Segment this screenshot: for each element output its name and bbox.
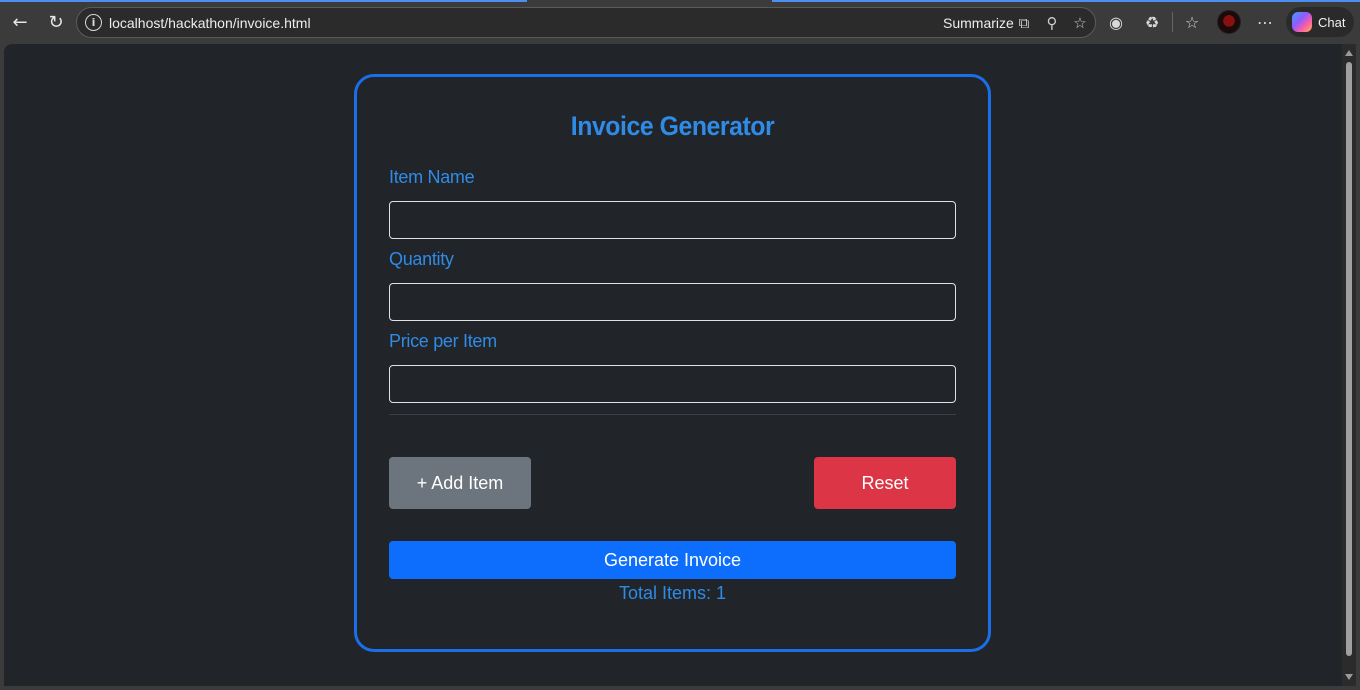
info-icon[interactable]: i <box>85 14 102 31</box>
toolbar-divider <box>1172 12 1173 32</box>
item-name-label: Item Name <box>389 167 475 187</box>
copilot-icon <box>1292 12 1312 32</box>
invoice-card: Invoice Generator Item Name Quantity Pri… <box>354 74 991 652</box>
refresh-icon[interactable]: ↻ <box>42 8 70 36</box>
copilot-summarize-icon[interactable]: ⧉ <box>1013 12 1035 34</box>
profile-avatar[interactable] <box>1217 10 1241 34</box>
more-icon[interactable]: ⋯ <box>1253 10 1277 34</box>
browser-toolbar: ← ↻ i localhost/hackathon/invoice.html S… <box>0 0 1360 44</box>
zoom-icon[interactable]: ⚲ <box>1041 12 1063 34</box>
quantity-label: Quantity <box>389 249 454 269</box>
page-title: Invoice Generator <box>570 111 775 141</box>
extensions-icon[interactable]: ♻ <box>1140 10 1164 34</box>
active-tab-accent <box>0 0 527 2</box>
chat-label: Chat <box>1318 14 1346 30</box>
item-name-input[interactable] <box>389 201 956 239</box>
form-divider <box>389 414 956 415</box>
back-icon[interactable]: ← <box>6 8 34 36</box>
scrollbar[interactable] <box>1342 44 1356 686</box>
price-label: Price per Item <box>389 331 497 351</box>
add-item-button[interactable]: + Add Item <box>389 457 531 509</box>
favorite-star-icon[interactable]: ☆ <box>1069 12 1091 34</box>
reset-button[interactable]: Reset <box>814 457 956 509</box>
copilot-chat-button[interactable]: Chat <box>1286 7 1354 37</box>
total-items-text: Total Items: 1 <box>618 583 727 603</box>
scroll-thumb[interactable] <box>1346 62 1352 656</box>
price-input[interactable] <box>389 365 956 403</box>
quantity-input[interactable] <box>389 283 956 321</box>
summarize-button[interactable]: Summarize <box>943 15 1014 31</box>
scroll-down-icon[interactable] <box>1345 674 1353 680</box>
favorites-icon[interactable]: ☆ <box>1180 10 1204 34</box>
scroll-up-icon[interactable] <box>1345 50 1353 56</box>
screenshot-icon[interactable]: ◉ <box>1104 10 1128 34</box>
generate-invoice-button[interactable]: Generate Invoice <box>389 541 956 579</box>
tab-accent <box>772 0 1360 2</box>
address-bar[interactable]: i localhost/hackathon/invoice.html Summa… <box>76 7 1096 38</box>
address-url[interactable]: localhost/hackathon/invoice.html <box>109 15 311 31</box>
